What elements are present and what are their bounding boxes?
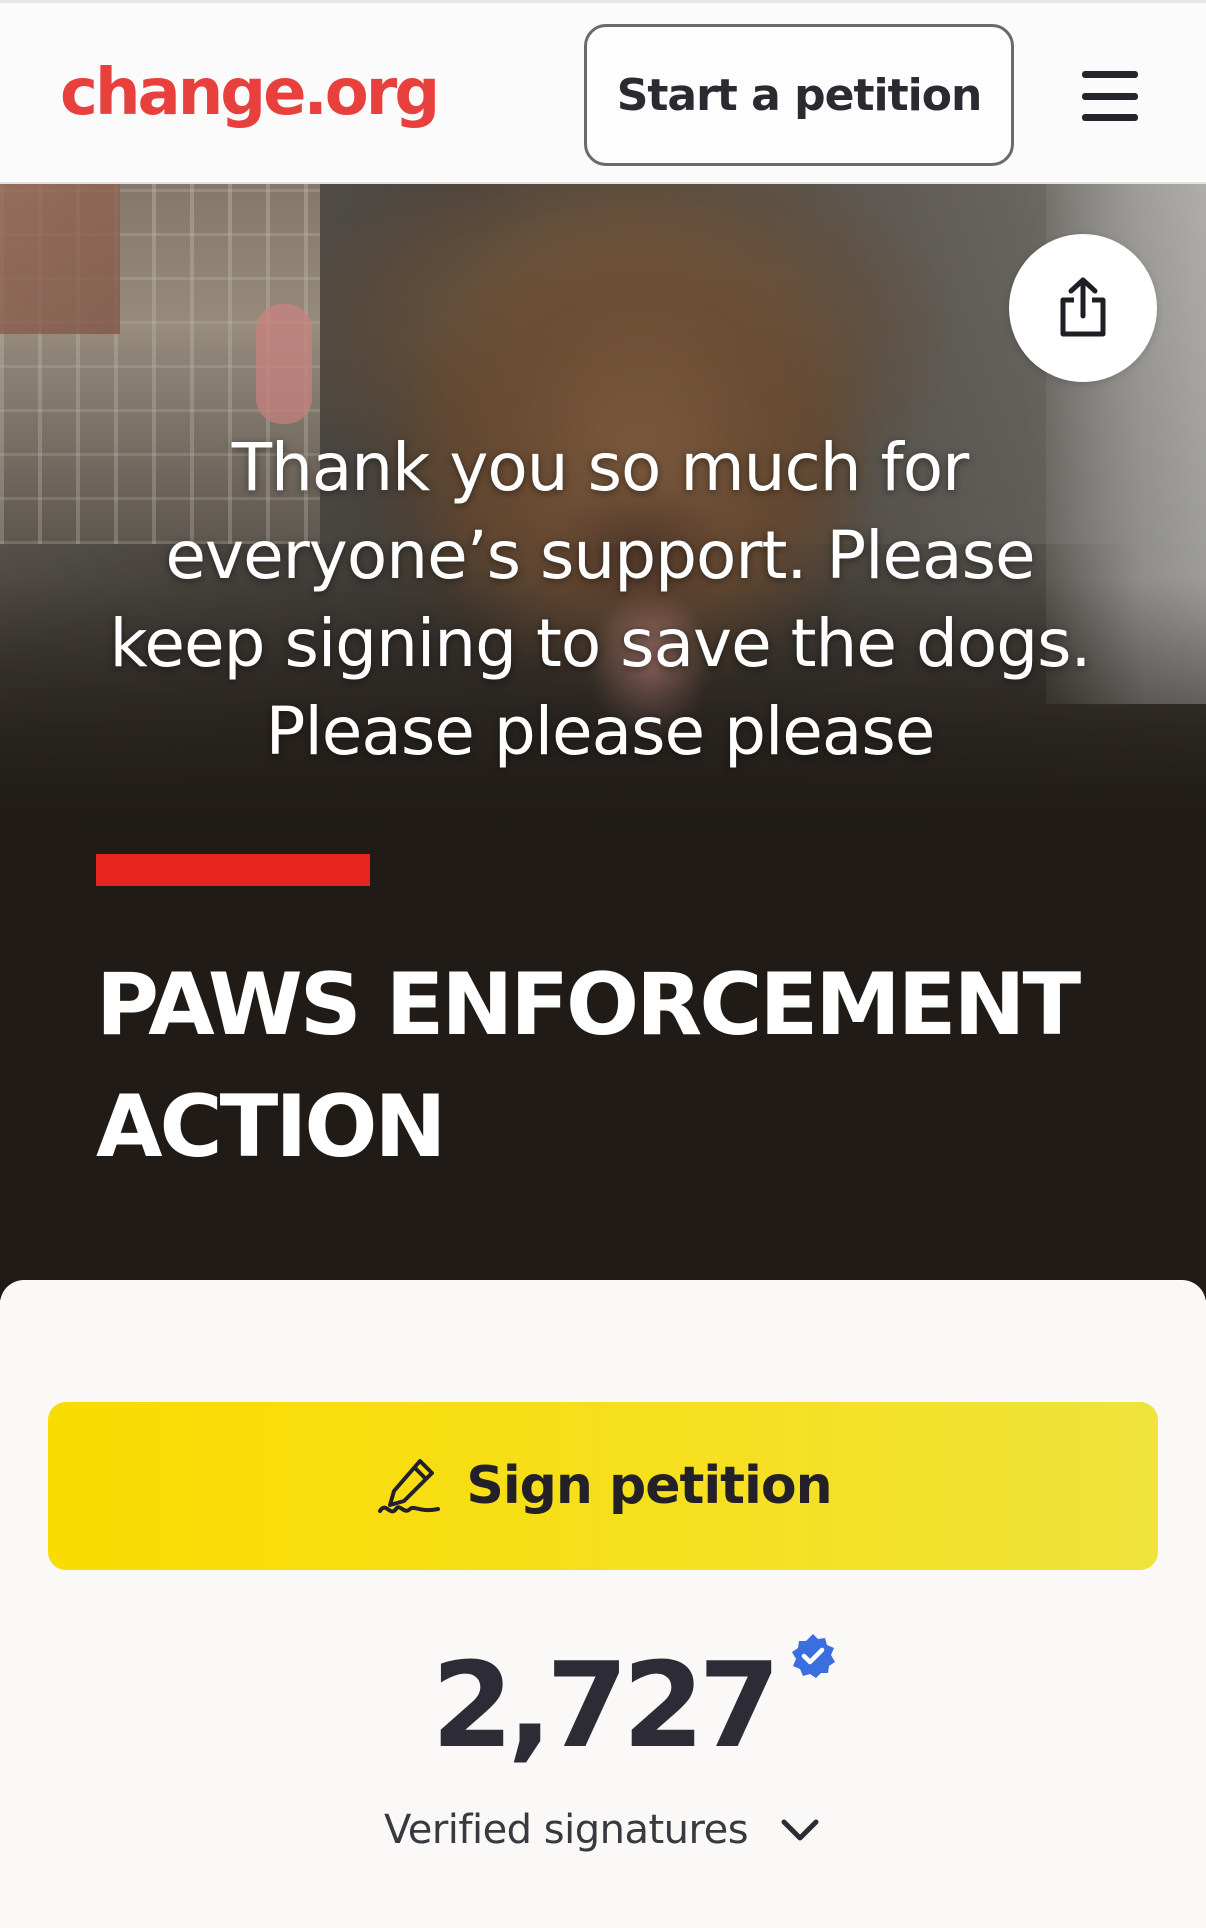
menu-line [1082,114,1138,121]
sign-card: Sign petition 2,727 Verified signatures [0,1280,1206,1928]
photo-caption: Thank you so much for everyone’s support… [109,429,1092,770]
verified-signatures-label: Verified signatures [383,1807,749,1853]
pen-signature-icon [374,1451,444,1521]
top-nav: change.org Start a petition [0,0,1206,184]
signature-count-value: 2,727 [431,1636,780,1774]
hamburger-menu-icon[interactable] [1070,71,1150,121]
start-petition-button[interactable]: Start a petition [584,24,1014,166]
menu-line [1082,71,1138,78]
petition-title-line-1: PAWS ENFORCEMENT [96,955,1081,1055]
share-button[interactable] [1009,234,1157,382]
share-icon [1060,277,1106,337]
title-accent-bar [96,854,370,886]
petition-title-line-2: ACTION [96,1077,446,1177]
verified-signatures-toggle[interactable]: Verified signatures [0,1800,1206,1860]
sign-petition-label: Sign petition [466,1456,832,1516]
change-org-logo[interactable]: change.org [60,49,440,137]
signature-count-block: 2,727 [0,1630,1206,1780]
sign-petition-button[interactable]: Sign petition [48,1402,1158,1570]
petition-title: PAWS ENFORCEMENT ACTION [96,944,1136,1188]
chevron-down-icon [778,1815,822,1845]
signature-count: 2,727 [431,1630,835,1780]
petition-hero: Thank you so much for everyone’s support… [0,184,1206,1300]
petition-page: change.org Start a petition Thank you so… [0,0,1206,1928]
verified-badge-icon [791,1634,835,1678]
menu-line [1082,92,1138,100]
